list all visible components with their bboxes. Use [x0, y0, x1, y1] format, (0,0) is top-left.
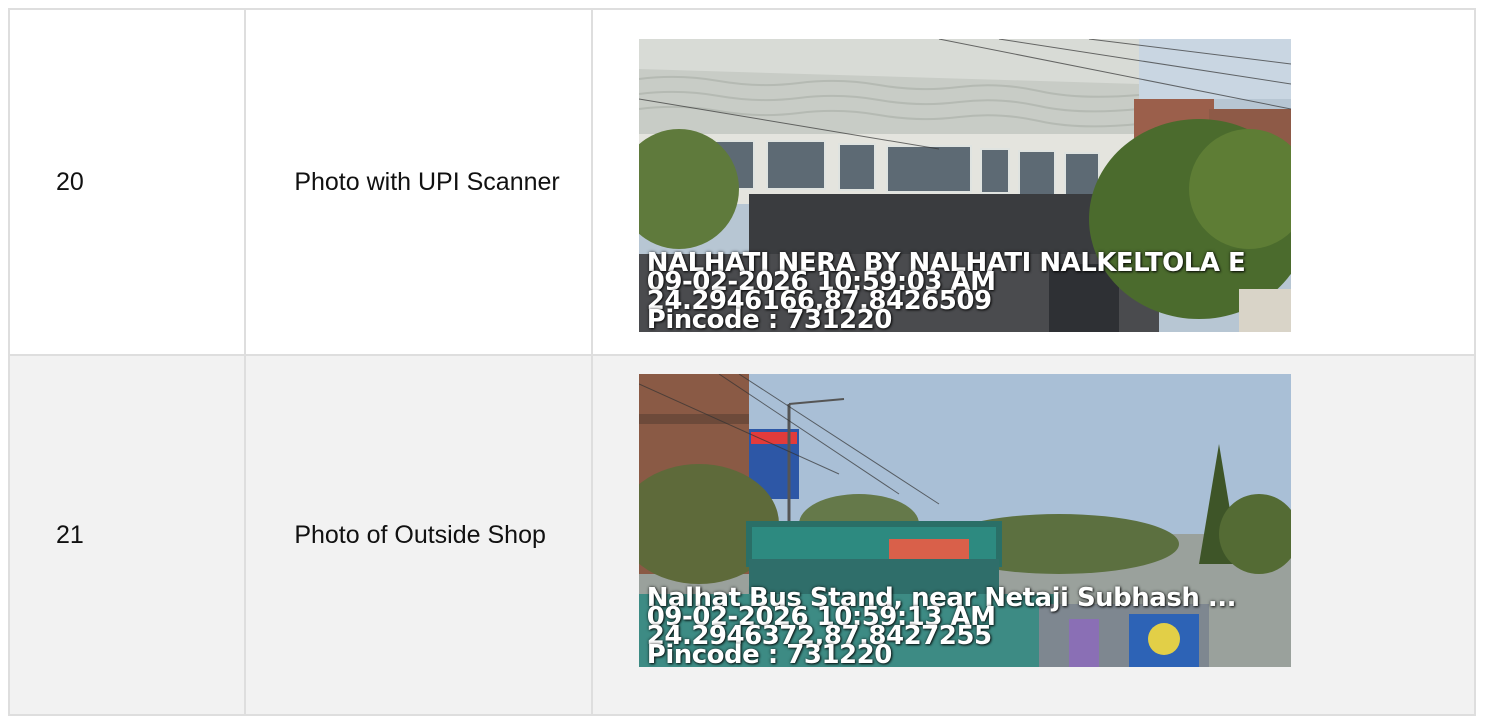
row-label: Photo of Outside Shop: [244, 354, 593, 716]
photo-cell: NALHATI NERA BY NALHATI NALKELTOLA E 09-…: [590, 8, 1477, 356]
photo-cell: Nalhat Bus Stand, near Netaji Subhash ..…: [590, 354, 1477, 716]
row-number: 21: [7, 354, 247, 716]
outside-shop-photo: Nalhat Bus Stand, near Netaji Subhash ..…: [638, 374, 1291, 667]
upi-scanner-photo: NALHATI NERA BY NALHATI NALKELTOLA E 09-…: [638, 38, 1291, 332]
stamp-pincode: Pincode : 731220: [646, 640, 893, 667]
table-row: 20 Photo with UPI Scanner NALHATI NERA B…: [7, 8, 1477, 356]
photo-stamp: NALHATI NERA BY NALHATI NALKELTOLA E 09-…: [647, 250, 1246, 332]
table-row: 21 Photo of Outside Shop Nalhat Bus Stan…: [7, 354, 1477, 716]
document-page: 20 Photo with UPI Scanner NALHATI NERA B…: [0, 0, 1485, 716]
row-number: 20: [7, 8, 247, 356]
photo-stamp: Nalhat Bus Stand, near Netaji Subhash ..…: [646, 585, 1237, 667]
row-label: Photo with UPI Scanner: [244, 8, 593, 356]
photo-table: 20 Photo with UPI Scanner NALHATI NERA B…: [7, 8, 1477, 716]
